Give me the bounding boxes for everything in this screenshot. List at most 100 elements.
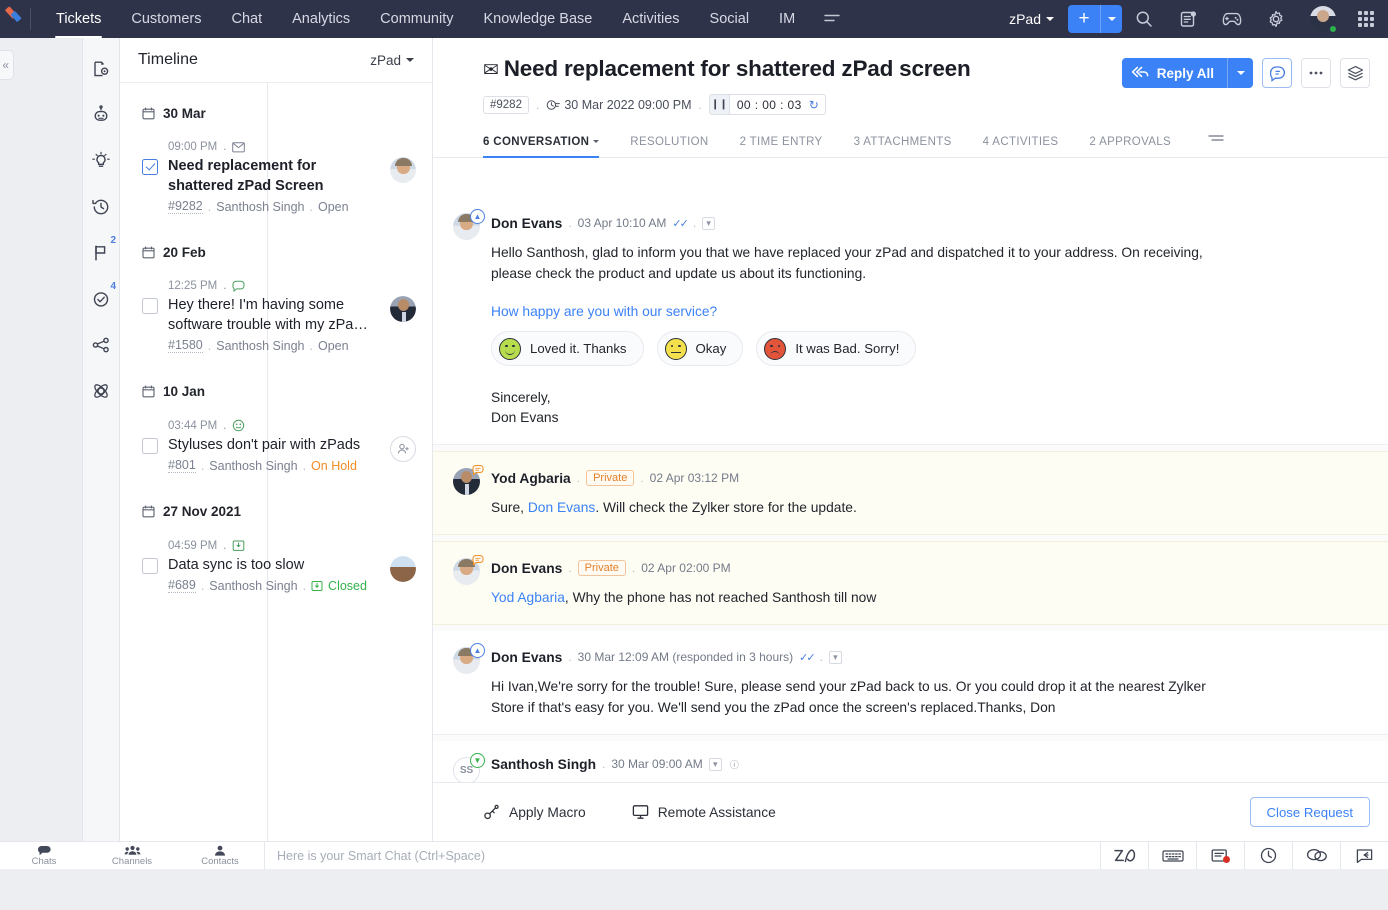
timeline-item-details: #801 . Santhosh Singh . On Hold (168, 458, 357, 473)
chatbar-channels[interactable]: Channels (88, 842, 176, 869)
approvals-check-icon[interactable]: 4 (84, 282, 118, 316)
tab-approvals[interactable]: 2 APPROVALS (1089, 136, 1188, 157)
calendar-icon (142, 504, 155, 517)
add-dropdown-button[interactable] (1100, 5, 1122, 33)
timeline-item-checkbox[interactable] (142, 159, 158, 175)
timeline-filter-selector[interactable]: zPad (370, 53, 414, 68)
keyboard-icon[interactable] (1148, 842, 1196, 869)
timer-reset-icon[interactable]: ↻ (809, 98, 825, 112)
pause-icon[interactable]: ❙❙ (709, 95, 730, 114)
collapse-panel-button[interactable]: « (0, 50, 14, 80)
timeline-filter-label: zPad (370, 52, 401, 68)
nav-tab-chat[interactable]: Chat (217, 0, 278, 38)
timeline-date-label: 20 Feb (163, 244, 206, 260)
timeline-item[interactable]: 03:44 PM . Styluses don't pair with zPad… (120, 405, 432, 473)
insights-bulb-icon[interactable] (84, 144, 118, 178)
timeline-date-label: 10 Jan (163, 383, 206, 399)
mention-link[interactable]: Yod Agbaria (491, 590, 565, 605)
app-logo[interactable] (0, 0, 28, 38)
chat-icon[interactable] (1292, 842, 1340, 869)
nav-more-icon[interactable] (810, 0, 854, 38)
department-selector[interactable]: zPad (995, 11, 1068, 27)
bot-icon[interactable] (84, 98, 118, 132)
more-options-icon[interactable] (1301, 58, 1331, 88)
chevron-down-icon (1107, 17, 1116, 21)
tab-conversation[interactable]: 6 CONVERSATION (483, 136, 616, 158)
nav-tab-community[interactable]: Community (365, 0, 468, 38)
comment-icon[interactable] (1262, 58, 1292, 88)
chatbar-chats[interactable]: Chats (0, 842, 88, 869)
tab-time-entry[interactable]: 2 TIME ENTRY (740, 136, 840, 157)
timeline-item-checkbox[interactable] (142, 298, 158, 314)
tab-activities[interactable]: 4 ACTIVITIES (983, 136, 1076, 157)
nav-tab-analytics[interactable]: Analytics (277, 0, 365, 38)
timeline-item[interactable]: 12:25 PM . Hey there! I'm having some so… (120, 266, 432, 353)
notes-badge-icon[interactable] (1196, 842, 1244, 869)
settings-gear-icon[interactable] (1254, 0, 1298, 38)
remote-assistance-button[interactable]: Remote Assistance (632, 804, 776, 820)
timeline-header: Timeline zPad (120, 38, 432, 83)
message-expand-icon[interactable]: ▾ (828, 650, 842, 664)
tab-attachments[interactable]: 3 ATTACHMENTS (854, 136, 969, 157)
timeline-item-subject: Data sync is too slow (168, 557, 305, 573)
close-request-button[interactable]: Close Request (1249, 797, 1370, 827)
timeline-item-meta: 03:44 PM . (168, 419, 416, 432)
timeline-item-checkbox[interactable] (142, 438, 158, 454)
apps-grid-icon[interactable] (1344, 0, 1388, 38)
survey-option-label: Loved it. Thanks (530, 341, 627, 356)
add-button[interactable]: + (1068, 5, 1100, 33)
contact-settings-icon[interactable] (84, 52, 118, 86)
tab-resolution[interactable]: RESOLUTION (630, 136, 725, 157)
nav-tab-tickets[interactable]: Tickets (41, 0, 116, 38)
message-expand-icon[interactable]: ▾ (702, 216, 716, 230)
message-timestamp: 02 Apr 02:00 PM (641, 561, 731, 575)
timeline-item-status: Open (318, 338, 349, 353)
message-timestamp: 03 Apr 10:10 AM (577, 216, 667, 230)
reply-icon[interactable] (1340, 842, 1388, 869)
survey-option-happy[interactable]: Loved it. Thanks (491, 331, 644, 366)
history-clock-icon[interactable] (84, 190, 125, 224)
message-body: Hi Ivan,We're sorry for the trouble! Sur… (491, 679, 1206, 715)
survey-option-sad[interactable]: It was Bad. Sorry! (756, 331, 917, 366)
user-avatar[interactable] (1310, 6, 1337, 33)
smart-chat-input[interactable]: Here is your Smart Chat (Ctrl+Space) (264, 842, 1100, 869)
reply-all-dropdown[interactable] (1227, 58, 1253, 88)
zia-icon[interactable] (1100, 842, 1148, 869)
email-icon (232, 141, 246, 152)
clock-icon[interactable] (1244, 842, 1292, 869)
reply-all-button[interactable]: Reply All (1121, 58, 1253, 88)
contacts-icon (215, 845, 225, 856)
survey-option-neutral[interactable]: Okay (656, 331, 744, 366)
tabs-more-icon[interactable] (1208, 130, 1224, 157)
time-tracker[interactable]: ❙❙ 00 : 00 : 03 ↻ (708, 94, 826, 115)
private-note-icon (471, 464, 485, 478)
timeline-item-contact: Santhosh Singh (216, 338, 305, 353)
apply-macro-button[interactable]: Apply Macro (483, 804, 586, 821)
message-avatar: ▲ (453, 209, 485, 240)
outgoing-badge-icon: ▲ (470, 643, 485, 658)
blueprint-icon[interactable] (84, 374, 118, 408)
flag-icon[interactable]: 2 (84, 236, 118, 270)
nav-tab-customers[interactable]: Customers (116, 0, 216, 38)
nav-tab-im[interactable]: IM (764, 0, 810, 38)
nav-tab-activities[interactable]: Activities (607, 0, 694, 38)
search-icon[interactable] (1122, 0, 1166, 38)
notes-icon[interactable] (1166, 0, 1210, 38)
nav-tab-knowledge-base[interactable]: Knowledge Base (469, 0, 608, 38)
layers-icon[interactable] (1340, 58, 1370, 88)
share-icon[interactable] (84, 328, 118, 362)
message-expand-icon[interactable]: ▾ (708, 757, 722, 771)
timeline-item-checkbox[interactable] (142, 558, 158, 574)
ticket-header: ✉ Need replacement for shattered zPad scr… (433, 38, 1388, 115)
timeline-item[interactable]: 09:00 PM . Need replacement for shattere… (120, 127, 432, 214)
chatbar-contacts[interactable]: Contacts (176, 842, 264, 869)
chevron-down-icon (593, 140, 600, 144)
message-info-icon[interactable]: ⓘ (728, 758, 741, 771)
conversation-thread[interactable]: ▲ Don Evans . 03 Apr 10:10 AM ✓✓ . ▾ Hel… (433, 197, 1388, 782)
message-timestamp: 02 Apr 03:12 PM (649, 471, 740, 485)
gamification-icon[interactable] (1210, 0, 1254, 38)
timeline-item[interactable]: 04:59 PM . Data sync is too slow #689 . … (120, 525, 432, 593)
nav-tab-social[interactable]: Social (695, 0, 765, 38)
survey-question[interactable]: How happy are you with our service? (491, 304, 1366, 319)
mention-link[interactable]: Don Evans (528, 500, 596, 515)
